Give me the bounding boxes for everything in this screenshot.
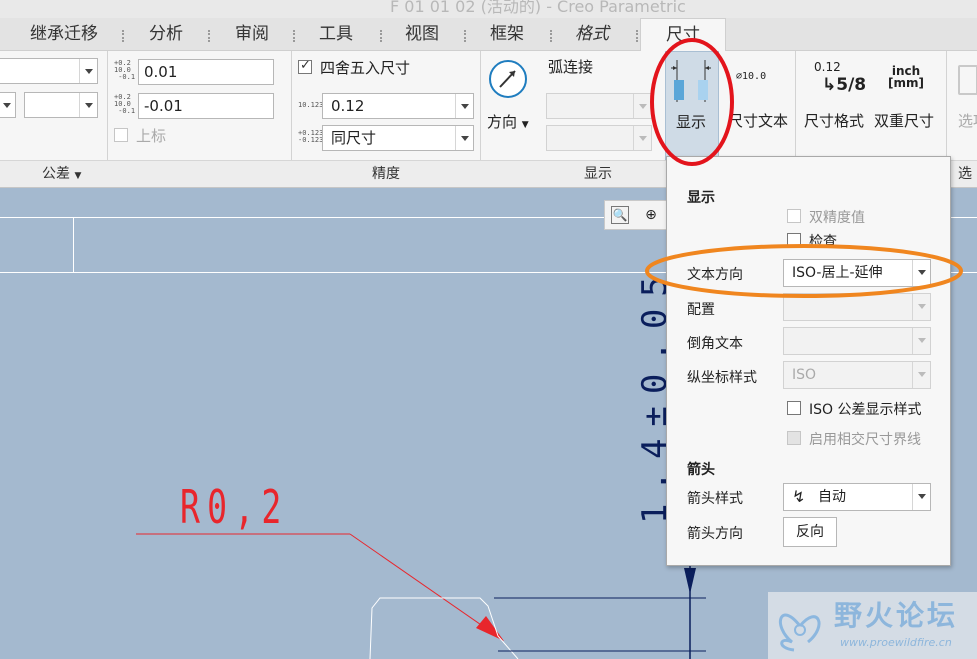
- arc-connect-label: 弧连接: [548, 58, 594, 76]
- inspect-checkbox[interactable]: [787, 233, 801, 247]
- lower-tolerance-icon: +0.2 10.0 -0.1: [114, 93, 136, 115]
- tab-separator: [636, 30, 638, 42]
- dimension-display-icon: [671, 60, 711, 102]
- flip-arrow-button[interactable]: 反向: [783, 517, 837, 547]
- orientation-button[interactable]: 方向 ▼: [484, 57, 532, 137]
- fraction-icon: ↳5/8: [822, 75, 867, 95]
- tab-review[interactable]: 审阅: [226, 18, 278, 51]
- tolerance-precision-icon: +0.123 -0.123: [298, 129, 324, 144]
- upper-tolerance-icon: +0.2 10.0 -0.1: [114, 59, 136, 81]
- text-orientation-dropdown[interactable]: ISO-居上-延伸: [783, 259, 931, 287]
- configuration-label: 配置: [687, 302, 715, 318]
- chamfer-text-dropdown[interactable]: [783, 327, 931, 355]
- dual-dimension-button[interactable]: inch [mm] 双重尺寸: [870, 51, 940, 160]
- dual-precision-checkbox[interactable]: [787, 209, 801, 223]
- options-button[interactable]: 选项: [952, 51, 977, 160]
- superscript-checkbox[interactable]: [114, 128, 128, 142]
- tab-frame[interactable]: 框架: [481, 18, 533, 51]
- arrow-style-label: 箭头样式: [687, 491, 743, 507]
- dimension-format-label: 尺寸格式: [804, 112, 865, 130]
- options-label: 选项: [958, 112, 977, 130]
- arrow-section-header: 箭头: [687, 462, 715, 478]
- ordinate-style-dropdown[interactable]: ISO: [783, 361, 931, 389]
- auto-arrow-icon: ↯: [792, 487, 806, 506]
- watermark-name: 野火论坛: [834, 599, 959, 632]
- tab-separator: [380, 30, 382, 42]
- tab-analysis[interactable]: 分析: [140, 18, 192, 51]
- inspect-label: 检查: [809, 234, 837, 250]
- upper-tolerance-input[interactable]: 0.01: [138, 59, 274, 85]
- dual-dimension-icon: inch [mm]: [888, 64, 924, 90]
- tab-separator: [293, 30, 295, 42]
- watermark-logo-icon: [778, 613, 821, 652]
- ribbon-tabs: 继承迁移 分析 审阅 工具 视图 框架 格式 尺寸: [0, 18, 977, 52]
- tab-view[interactable]: 视图: [396, 18, 448, 51]
- display-section-header: 显示: [687, 190, 715, 206]
- lower-tolerance-input[interactable]: -0.01: [138, 93, 274, 119]
- dimension-format-button[interactable]: 0.12 ↳5/8 尺寸格式: [800, 51, 868, 160]
- window-title: F 01 01 02 (活动的) - Creo Parametric: [390, 0, 686, 16]
- intersect-extension-label: 启用相交尺寸界线: [809, 432, 921, 448]
- tab-tools[interactable]: 工具: [310, 18, 362, 51]
- watermark: 野火论坛 www.proewildfire.cn: [768, 592, 977, 659]
- decimal-places-dropdown[interactable]: 0.12: [322, 93, 474, 119]
- dimension-format-icon: 0.12: [814, 60, 841, 74]
- tab-inherit-migration[interactable]: 继承迁移: [22, 18, 106, 51]
- tab-separator: [122, 30, 124, 42]
- tolerance-table-dropdown[interactable]: [0, 92, 16, 118]
- arrow-style-value: 自动: [818, 489, 846, 505]
- tolerance-group-label[interactable]: 公差 ▼: [42, 163, 81, 183]
- show-button[interactable]: 显示: [665, 51, 719, 160]
- tolerance-name-dropdown[interactable]: [24, 92, 98, 118]
- display-popup-panel: 显示 双精度值 检查 文本方向 ISO-居上-延伸 配置 倒角文本 纵坐标样式 …: [666, 156, 951, 566]
- orientation-icon: [489, 60, 527, 98]
- options-group-label: 选: [958, 166, 972, 182]
- chamfer-text-label: 倒角文本: [687, 336, 743, 352]
- chevron-down-icon: ▼: [521, 120, 529, 130]
- arc-style-dropdown[interactable]: [546, 125, 652, 151]
- ordinate-style-label: 纵坐标样式: [687, 370, 757, 386]
- dimension-text-label: 尺寸文本: [728, 112, 789, 130]
- title-bar: F 01 01 02 (活动的) - Creo Parametric: [0, 0, 977, 18]
- iso-tolerance-label: ISO 公差显示样式: [809, 402, 922, 418]
- arc-connect-dropdown[interactable]: [546, 93, 652, 119]
- orientation-label: 方向: [487, 113, 518, 131]
- dimension-text-icon: ⌀10.0: [736, 71, 767, 82]
- show-button-label: 显示: [676, 113, 707, 131]
- tab-format[interactable]: 格式: [566, 18, 618, 51]
- watermark-url: www.proewildfire.cn: [840, 636, 952, 649]
- text-orientation-label: 文本方向: [687, 267, 743, 283]
- superscript-label: 上标: [136, 127, 167, 145]
- ordinate-style-value: ISO: [792, 367, 817, 383]
- decimal-places-value: 0.12: [331, 97, 365, 115]
- radius-dimension-text[interactable]: R0,2: [180, 484, 289, 530]
- part-outline: [369, 597, 519, 659]
- tolerance-mode-dropdown[interactable]: [0, 58, 98, 84]
- tab-separator: [464, 30, 466, 42]
- dual-dimension-label: 双重尺寸: [874, 112, 935, 130]
- leader-arrow: [476, 616, 504, 641]
- dual-precision-label: 双精度值: [809, 210, 865, 226]
- intersect-extension-checkbox[interactable]: [787, 431, 801, 445]
- arrow-direction-label: 箭头方向: [687, 526, 743, 542]
- arrow-style-dropdown[interactable]: ↯ 自动: [783, 483, 931, 511]
- tab-separator: [208, 30, 210, 42]
- leader-line: [349, 533, 501, 639]
- iso-tolerance-checkbox[interactable]: [787, 401, 801, 415]
- tolerance-precision-dropdown[interactable]: 同尺寸: [322, 125, 474, 151]
- decimal-places-icon: 10.123: [298, 101, 324, 109]
- round-dimension-label: 四舍五入尺寸: [320, 59, 411, 77]
- round-dimension-checkbox[interactable]: [298, 58, 312, 74]
- chevron-down-icon: ▼: [74, 171, 82, 181]
- tab-dimension[interactable]: 尺寸: [640, 18, 726, 52]
- dimension-arrow: [684, 568, 696, 594]
- text-orientation-value: ISO-居上-延伸: [792, 265, 883, 281]
- configuration-dropdown[interactable]: [783, 293, 931, 321]
- tab-separator: [550, 30, 552, 42]
- options-icon: [958, 65, 977, 95]
- precision-group-label: 精度: [372, 166, 400, 182]
- display-group-label: 显示: [584, 166, 612, 182]
- tolerance-precision-value: 同尺寸: [331, 129, 377, 147]
- dimension-text-button[interactable]: ⌀10.0 尺寸文本: [724, 51, 790, 160]
